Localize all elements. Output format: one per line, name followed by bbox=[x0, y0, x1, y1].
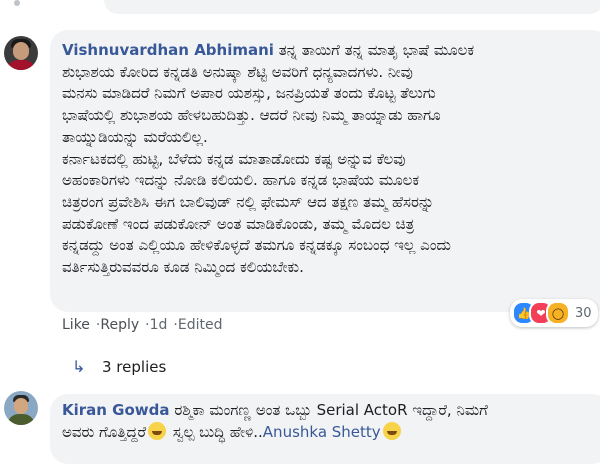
reaction-count: 30 bbox=[575, 305, 592, 321]
previous-comment-bubble bbox=[104, 0, 600, 14]
comment-text-line: ಚಿತ್ರರಂಗ ಪ್ರವೇಶಿಸಿ ಈಗ ಬಾಲಿವುಡ್ ನಲ್ಲಿ ಫೇಮ… bbox=[62, 192, 435, 211]
comment-text-line: ಮನಸು ಮಾಡಿದರೆ ನಿಮಗೆ ಅಪಾರ ಯಶಸ್ಸು, ಜನಪ್ರಿಯತ… bbox=[62, 84, 436, 103]
comment-line: ಅವರು ಗೊತ್ತಿದ್ದರೆ ಸ್ವಲ್ಪ ಬುದ್ಧಿ ಹೇಳಿ..Anu… bbox=[62, 421, 488, 444]
comment-text-line: ಸ್ವಲ್ಪ ಬುದ್ಧಿ ಹೇಳಿ.. bbox=[172, 422, 263, 441]
comment-body: Kiran Gowda ರಶ್ಮಿಕಾ ಮಂಗಣ್ಣ ಅಂತ ಒಬ್ಬು Ser… bbox=[62, 400, 488, 443]
grinning-emoji-icon bbox=[382, 421, 401, 440]
comment-text-line: ಅವರು ಗೊತ್ತಿದ್ದರೆ bbox=[62, 422, 147, 441]
edited-label[interactable]: Edited bbox=[178, 317, 223, 333]
mention-link[interactable]: Anushka Shetty bbox=[263, 423, 381, 441]
comment-text-line: ಕರ್ನಾಟಕದಲ್ಲಿ ಹುಟ್ಟಿ, ಬೆಳೆದು ಕನ್ನಡ ಮಾತಾಡೋ… bbox=[62, 149, 406, 168]
comment-text-line: ವರ್ತಿಸುತ್ತಿರುವವರೂ ಕೂಡ ನಿಮ್ಮಿಂದ ಕಲಿಯಬೇಕು. bbox=[62, 258, 304, 277]
comment-text-line: ಅಹಂಕಾರಿಗಳು ಇದನ್ನು ನೋಡಿ ಕಲಿಯಲಿ. ಹಾಗೂ ಕನ್ನ… bbox=[62, 171, 420, 190]
view-replies-link[interactable]: ↳ 3 replies bbox=[72, 357, 166, 376]
comment-line: Vishnuvardhan Abhimani ತನ್ನ ತಾಯಿಗೆ ತನ್ನ … bbox=[62, 40, 474, 62]
reaction-summary[interactable]: 👍 ❤ ◯ 30 bbox=[510, 299, 598, 327]
avatar-face bbox=[13, 42, 29, 60]
replies-count: 3 replies bbox=[102, 357, 167, 376]
comment-text-line: ಪಡುಕೋಣೆ ಇಂದ ಪಡುಕೋನ್ ಅಂತ ಮಾಡಿಕೊಂಡು, ತಮ್ಮ … bbox=[62, 214, 415, 233]
grinning-emoji-icon bbox=[148, 421, 167, 440]
comment-text-line: ಕನ್ನಡದ್ದು ಅಂತ ಎಲ್ಲಿಯೂ ಹೇಳಿಕೊಳ್ಳದೆ ತಮಗೂ ಕ… bbox=[62, 236, 451, 255]
comment-text-line: ಶುಭಾಶಯ ಕೋರಿದ ಕನ್ನಡತಿ ಅನುಷ್ಕಾ ಶೆಟ್ಟಿ ಅವರಿ… bbox=[62, 62, 413, 81]
like-button[interactable]: Like bbox=[62, 317, 90, 333]
timestamp[interactable]: 1d bbox=[150, 317, 168, 333]
wow-icon: ◯ bbox=[546, 301, 570, 325]
author-name[interactable]: Kiran Gowda bbox=[62, 401, 170, 419]
comment-text-line: ತನ್ನ ತಾಯಿಗೆ ತನ್ನ ಮಾತೃ ಭಾಷೆ ಮೂಲಕ bbox=[278, 41, 475, 59]
comment-line: Kiran Gowda ರಶ್ಮಿಕಾ ಮಂಗಣ್ಣ ಅಂತ ಒಬ್ಬು Ser… bbox=[62, 400, 488, 422]
previous-comment-actions bbox=[14, 0, 20, 6]
author-name[interactable]: Vishnuvardhan Abhimani bbox=[62, 41, 274, 59]
avatar-shirt bbox=[7, 414, 35, 425]
avatar-shirt bbox=[6, 60, 36, 70]
comment-text-line: ರಶ್ಮಿಕಾ ಮಂಗಣ್ಣ ಅಂತ ಒಬ್ಬು Serial ActoR ಇದ… bbox=[174, 401, 488, 419]
dot-icon bbox=[14, 0, 20, 6]
reply-button[interactable]: Reply bbox=[100, 317, 139, 333]
comment-text-line: ತಾಯ್ನುಡಿಯನ್ನು ಮರೆಯಲಿಲ್ಲ. bbox=[62, 127, 208, 146]
avatar[interactable] bbox=[4, 391, 38, 425]
comment-text-line: ಭಾಷೆಯಲ್ಲಿ ಶುಭಾಶಯ ಹೇಳಬಹುದಿತ್ತು. ಆದರೆ ನೀವು… bbox=[62, 106, 441, 125]
comment-actions: Like ·Reply ·1d ·Edited bbox=[62, 317, 222, 333]
reply-arrow-icon: ↳ bbox=[72, 357, 86, 376]
comment-body: Vishnuvardhan Abhimani ತನ್ನ ತಾಯಿಗೆ ತನ್ನ … bbox=[62, 40, 474, 279]
avatar-face bbox=[14, 398, 28, 414]
avatar[interactable] bbox=[4, 36, 38, 70]
